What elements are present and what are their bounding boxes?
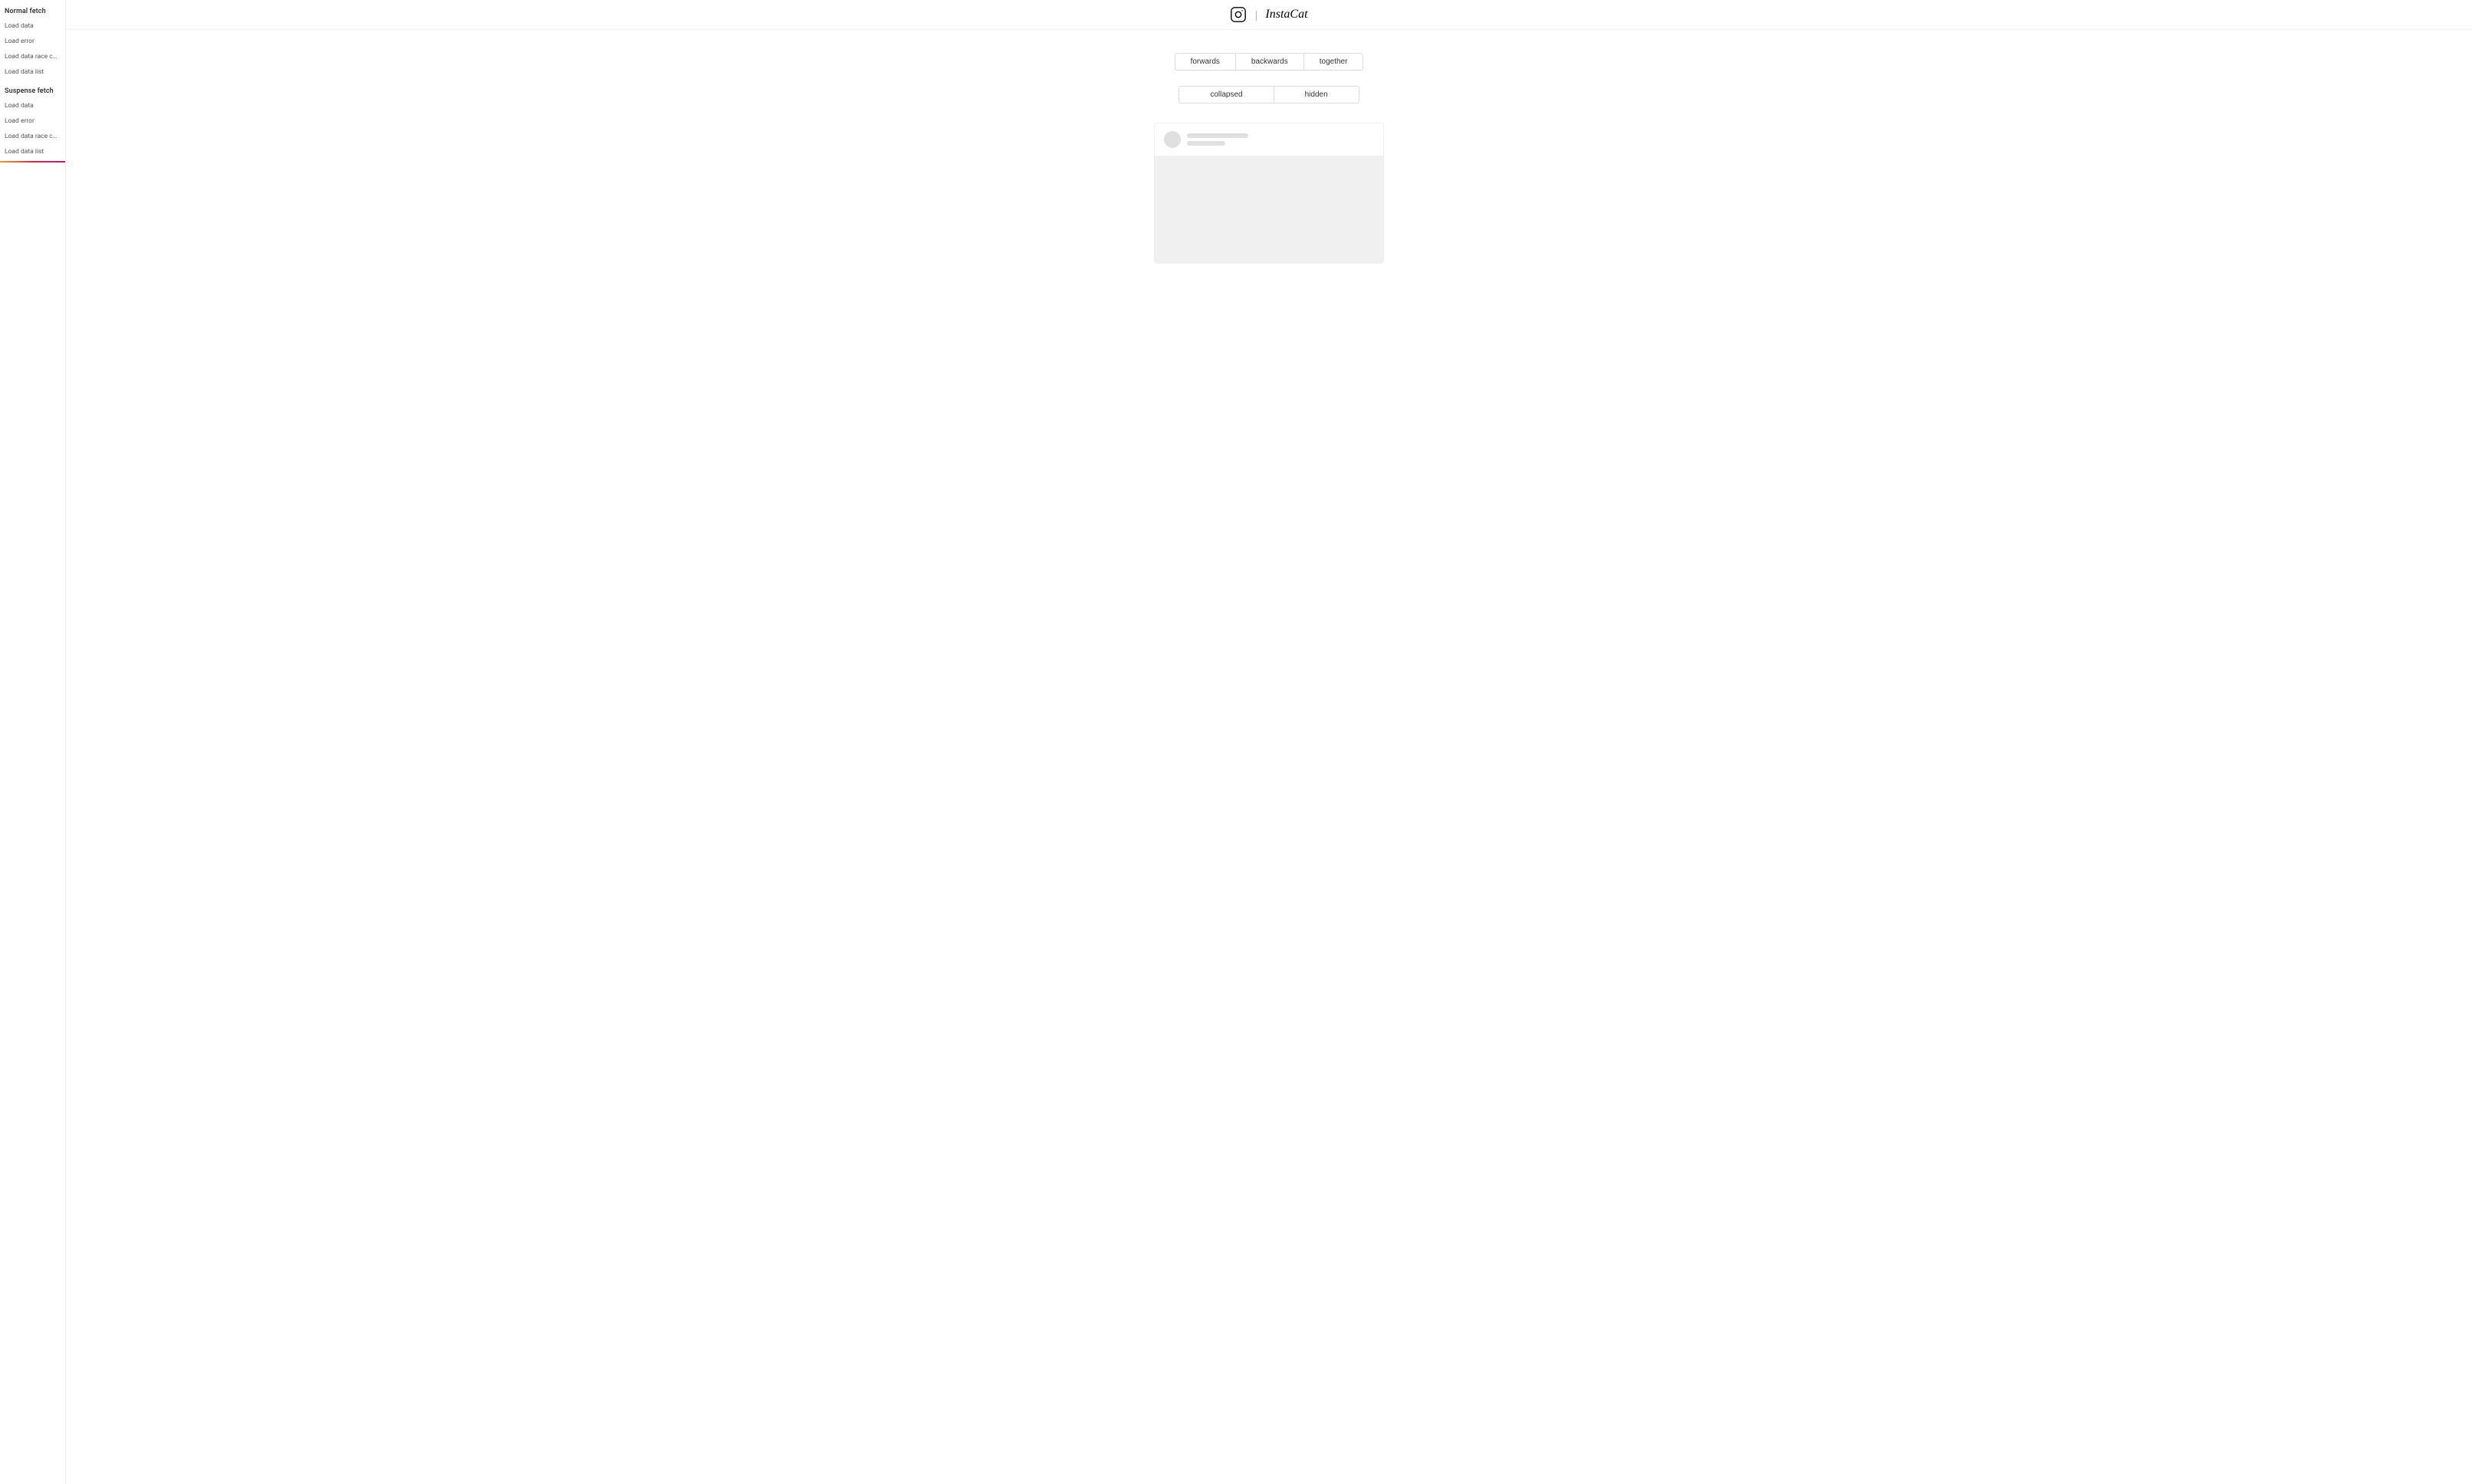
visibility-btn-hidden[interactable]: hidden (1274, 87, 1359, 103)
sidebar-section-label-1: Suspense fetch (0, 80, 65, 98)
header: | InstaCat (66, 0, 2472, 30)
skeleton-title-line (1187, 133, 1248, 138)
skeleton-subtitle-line (1187, 141, 1225, 146)
card-header (1155, 123, 1383, 156)
instagram-icon (1230, 6, 1247, 23)
sidebar-item-0-2[interactable]: Load data race condition (0, 49, 65, 64)
sidebar-divider (0, 161, 65, 163)
sidebar: Normal fetchLoad dataLoad errorLoad data… (0, 0, 66, 1484)
main-content: | InstaCat forwardsbackwardstogether col… (66, 0, 2472, 1484)
sidebar-item-1-3[interactable]: Load data list (0, 144, 65, 159)
avatar-skeleton (1164, 131, 1181, 148)
logo: | InstaCat (1230, 6, 1307, 23)
direction-btn-together[interactable]: together (1304, 54, 1363, 70)
sidebar-item-1-0[interactable]: Load data (0, 98, 65, 113)
sidebar-item-0-1[interactable]: Load error (0, 34, 65, 49)
header-title: InstaCat (1265, 8, 1307, 21)
direction-toggle-group: forwardsbackwardstogether (1175, 53, 1364, 71)
visibility-toggle-group: collapsedhidden (1178, 86, 1359, 103)
card-header-text (1187, 133, 1248, 146)
header-divider: | (1254, 8, 1257, 22)
sidebar-item-0-0[interactable]: Load data (0, 18, 65, 34)
direction-btn-backwards[interactable]: backwards (1236, 54, 1304, 70)
content-area: forwardsbackwardstogether collapsedhidde… (66, 30, 2472, 287)
sidebar-item-1-1[interactable]: Load error (0, 113, 65, 129)
sidebar-section-label-0: Normal fetch (0, 0, 65, 18)
visibility-btn-collapsed[interactable]: collapsed (1179, 87, 1274, 103)
preview-card (1154, 123, 1384, 264)
card-image-skeleton (1155, 156, 1383, 263)
sidebar-item-0-3[interactable]: Load data list (0, 64, 65, 80)
direction-btn-forwards[interactable]: forwards (1175, 54, 1236, 70)
sidebar-item-1-2[interactable]: Load data race condition (0, 129, 65, 144)
